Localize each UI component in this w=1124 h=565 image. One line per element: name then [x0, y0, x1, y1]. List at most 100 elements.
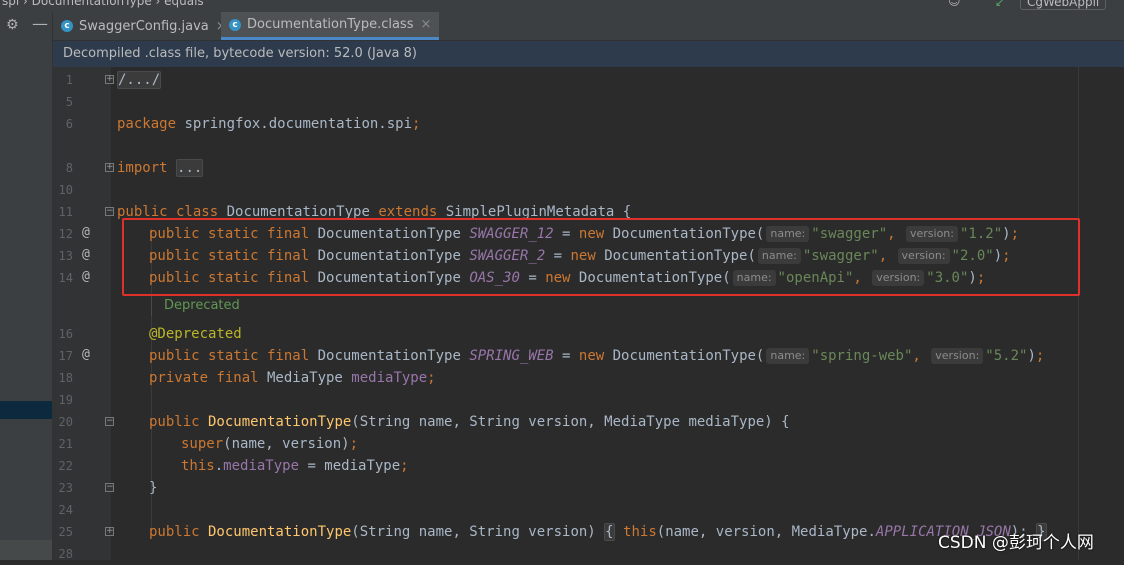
editor-tab-bar: c SwaggerConfig.java × c DocumentationTy… — [53, 12, 1124, 41]
line-number: 1 — [65, 73, 73, 87]
keyword: super — [181, 436, 224, 452]
class-c-icon: c — [229, 18, 241, 31]
user-icon[interactable]: ☺ — [948, 0, 961, 8]
highlight-box — [122, 218, 1080, 296]
code-line-6: package springfox.documentation.spi; — [117, 113, 420, 135]
keyword: package — [117, 116, 177, 132]
fold-collapse-icon[interactable]: − — [105, 483, 114, 492]
field-name: SPRING_WEB — [469, 348, 554, 364]
constructor-name: DocumentationType — [199, 524, 352, 540]
line-number: 5 — [65, 95, 73, 109]
line-number: 19 — [58, 393, 73, 407]
keyword: public static final — [149, 348, 310, 364]
keyword: this — [181, 458, 215, 474]
override-marker-icon[interactable]: @ — [82, 244, 90, 266]
field-name: mediaType — [351, 370, 428, 386]
closing-brace: } — [149, 480, 158, 496]
rendered-doc-deprecated[interactable]: Deprecated — [151, 296, 240, 316]
code-line-17: public static final DocumentationType SP… — [149, 348, 1045, 364]
code-line-18: private final MediaType mediaType; — [149, 370, 436, 386]
line-number: 20 — [58, 415, 73, 429]
tab-documentationtype[interactable]: c DocumentationType.class × — [221, 12, 440, 40]
navigation-bar: spi › DocumentationType › equals ☺ ↙ CgW… — [0, 0, 1124, 12]
line-number: 22 — [58, 459, 73, 473]
code-line-1: /.../ — [117, 69, 162, 91]
project-tool-window: ⚙ — — [0, 12, 53, 560]
code-line-25: public DocumentationType(String name, St… — [149, 521, 1047, 543]
watermark: CSDN @彭珂个人网 — [938, 533, 1094, 553]
class-c-icon: c — [61, 20, 73, 32]
project-toolbar: ⚙ — — [0, 12, 52, 40]
fold-collapse-icon[interactable]: − — [105, 417, 114, 426]
tab-label: SwaggerConfig.java — [79, 18, 209, 34]
punctuation: ; — [412, 116, 421, 132]
line-number: 12 — [58, 227, 73, 241]
right-margin-guide — [1078, 67, 1079, 560]
code-line-16: @Deprecated — [149, 323, 242, 345]
hide-panel-icon[interactable]: — — [32, 14, 48, 33]
call-args: (name, version, MediaType. — [656, 524, 876, 540]
banner-text: Decompiled .class file, bytecode version… — [63, 46, 417, 61]
keyword: this — [614, 524, 657, 540]
keyword: public — [149, 524, 200, 540]
field-name: mediaType — [223, 458, 300, 474]
code-line-21: super(name, version); — [181, 436, 359, 452]
constructor-call: DocumentationType( — [604, 348, 765, 364]
folded-region[interactable]: /.../ — [117, 71, 162, 89]
type-name: DocumentationType — [309, 348, 470, 364]
operator: = — [553, 348, 579, 364]
override-marker-icon[interactable]: @ — [82, 344, 90, 366]
fold-expand-icon[interactable]: + — [105, 163, 114, 172]
run-configuration-selector[interactable]: CgWebAppli — [1020, 0, 1107, 10]
fold-expand-icon[interactable]: + — [105, 527, 114, 536]
vcs-update-icon[interactable]: ↙ — [995, 0, 1005, 9]
line-number: 11 — [58, 205, 73, 219]
fold-expand-icon[interactable]: + — [105, 75, 114, 84]
code-editor[interactable] — [111, 67, 1124, 560]
parameter-hint: version: — [931, 348, 984, 364]
line-number: 25 — [58, 525, 73, 539]
string-literal: "5.2" — [985, 348, 1028, 364]
override-marker-icon[interactable]: @ — [82, 222, 90, 244]
line-number: 21 — [58, 437, 73, 451]
call-args: (name, version) — [223, 436, 350, 452]
parameter-list: (String name, String version, MediaType … — [351, 414, 790, 430]
code-line-20: public DocumentationType(String name, St… — [149, 411, 790, 433]
decompiled-notice-banner: Decompiled .class file, bytecode version… — [53, 41, 1124, 67]
code-line-22: this.mediaType = mediaType; — [181, 458, 409, 474]
selected-tree-item[interactable] — [0, 401, 52, 419]
keyword: private final — [149, 370, 259, 386]
assignment: = mediaType — [299, 458, 401, 474]
line-number: 24 — [58, 503, 73, 517]
line-number: 13 — [58, 249, 73, 263]
line-number: 18 — [58, 371, 73, 385]
tab-swaggerconfig[interactable]: c SwaggerConfig.java × — [61, 12, 227, 40]
punctuation: . — [214, 458, 224, 474]
panel-footer — [0, 540, 52, 560]
tab-label: DocumentationType.class — [247, 17, 414, 32]
parameter-list: (String name, String version) — [351, 524, 605, 540]
string-literal: "spring-web" — [811, 348, 913, 364]
keyword: public — [149, 414, 200, 430]
breadcrumb[interactable]: spi › DocumentationType › equals — [2, 0, 204, 8]
line-number: 10 — [58, 183, 73, 197]
code-line-23: } — [149, 477, 157, 499]
override-marker-icon[interactable]: @ — [82, 266, 90, 288]
line-number: 23 — [58, 481, 73, 495]
folded-imports[interactable]: ... — [176, 159, 204, 177]
line-number: 6 — [65, 117, 73, 131]
keyword: new — [578, 348, 605, 364]
parameter-hint: name: — [766, 348, 810, 364]
annotation: @Deprecated — [149, 326, 242, 342]
gear-icon[interactable]: ⚙ — [6, 17, 19, 33]
fold-collapse-icon[interactable]: − — [105, 207, 114, 216]
type-name: MediaType — [258, 370, 352, 386]
folded-body-open[interactable]: { — [604, 523, 615, 541]
code-line-8: import ... — [117, 157, 204, 179]
line-number: 17 — [58, 349, 73, 363]
line-number: 16 — [58, 327, 73, 341]
line-number: 28 — [58, 547, 73, 561]
close-icon[interactable]: × — [420, 17, 431, 32]
keyword: import — [117, 160, 168, 176]
line-number: 14 — [58, 271, 73, 285]
